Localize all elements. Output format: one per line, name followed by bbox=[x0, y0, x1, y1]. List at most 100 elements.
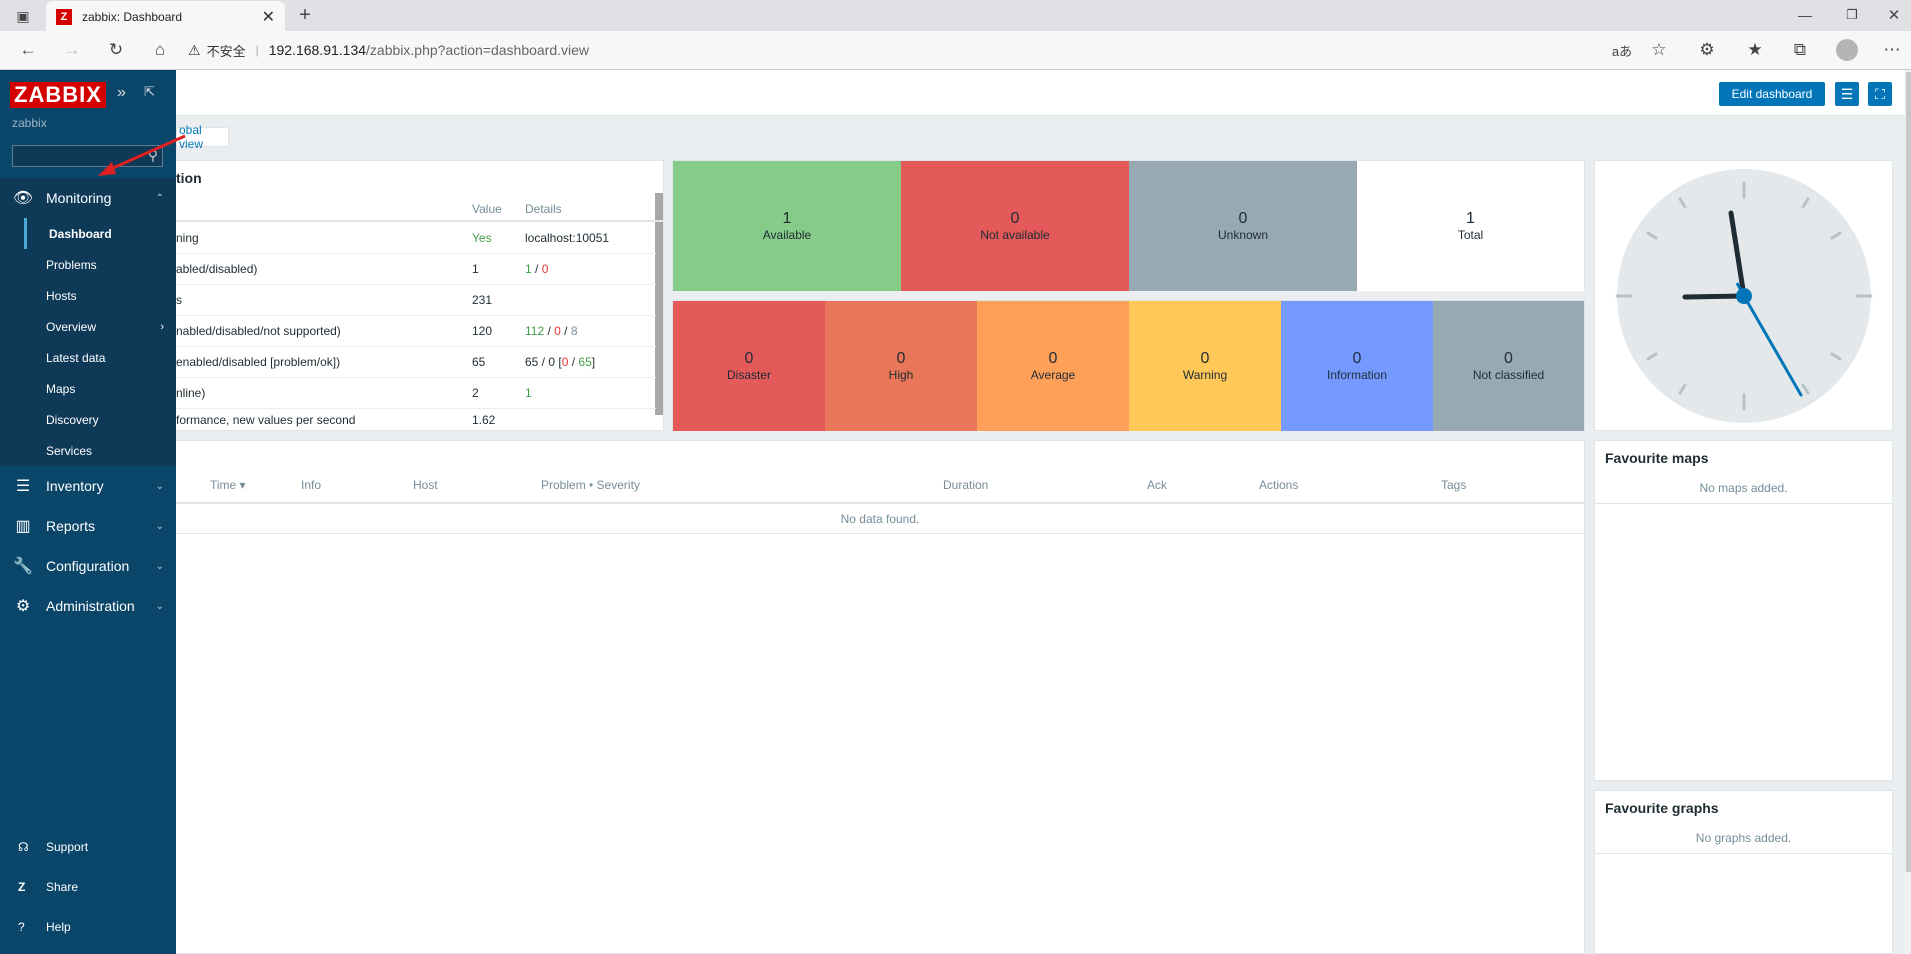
back-icon[interactable]: ← bbox=[16, 38, 40, 62]
browser-tab-strip: ▣ Z zabbix: Dashboard ✕ + — ❐ ✕ bbox=[0, 0, 1911, 32]
close-tab-icon[interactable]: ✕ bbox=[262, 7, 275, 27]
collapse-sidebar-icon[interactable]: » bbox=[117, 84, 126, 102]
sidebar-item-problems[interactable]: Problems bbox=[24, 249, 176, 280]
availability-unknown[interactable]: 0 Unknown bbox=[1129, 161, 1357, 291]
table-row: formance, new values per second 1.62 bbox=[176, 409, 656, 430]
menu-configuration[interactable]: 🔧 Configuration ⌄ bbox=[0, 546, 176, 586]
count: 0 bbox=[1200, 350, 1210, 367]
more-menu-icon[interactable]: ⋯ bbox=[1880, 38, 1904, 62]
menu-reports[interactable]: ▥ Reports ⌄ bbox=[0, 506, 176, 546]
forward-icon[interactable]: → bbox=[60, 38, 84, 62]
menu-inventory[interactable]: ☰ Inventory ⌄ bbox=[0, 466, 176, 506]
table-row: abled/disabled) 1 1 / 0 bbox=[176, 254, 656, 285]
severity-not-classified[interactable]: 0 Not classified bbox=[1433, 301, 1584, 431]
empty-text: No maps added. bbox=[1699, 481, 1788, 495]
availability-available[interactable]: 1 Available bbox=[673, 161, 901, 291]
menu-label: Latest data bbox=[46, 350, 106, 365]
count: 1 bbox=[1466, 210, 1475, 227]
favorites-icon[interactable]: ★ bbox=[1743, 38, 1767, 62]
details-unsupported: 8 bbox=[570, 324, 578, 338]
browser-tab[interactable]: Z zabbix: Dashboard ✕ bbox=[46, 1, 285, 32]
kiosk-sidebar-icon[interactable]: ⇱ bbox=[144, 84, 155, 100]
severity-information[interactable]: 0 Information bbox=[1281, 301, 1433, 431]
menu-label: Configuration bbox=[46, 558, 130, 574]
red-arrow-annotation bbox=[98, 134, 186, 176]
warning-icon: ⚠ bbox=[188, 41, 201, 58]
severity-warning[interactable]: 0 Warning bbox=[1129, 301, 1281, 431]
col-time[interactable]: Time ▾ bbox=[210, 478, 246, 492]
row-param: nabled/disabled/not supported) bbox=[176, 324, 341, 338]
count: 0 bbox=[744, 350, 754, 367]
row-param: enabled/disabled [problem/ok]) bbox=[176, 355, 341, 369]
page-scrollbar-thumb[interactable] bbox=[1906, 72, 1911, 872]
bar-chart-icon: ▥ bbox=[15, 518, 31, 535]
kiosk-mode-icon[interactable]: ⛶ bbox=[1868, 82, 1892, 106]
eye-icon: 👁 bbox=[12, 190, 34, 207]
address-bar[interactable]: ⚠ 不安全 | 192.168.91.134/zabbix.php?action… bbox=[188, 35, 1658, 65]
col-info: Info bbox=[301, 478, 322, 492]
severity-disaster[interactable]: 0 Disaster bbox=[673, 301, 825, 431]
sidebar-item-maps[interactable]: Maps bbox=[24, 373, 176, 404]
url-separator: | bbox=[255, 43, 259, 57]
row-param: ning bbox=[176, 231, 199, 245]
row-value: 120 bbox=[472, 324, 493, 338]
table-row: enabled/disabled [problem/ok]) 65 65 / 0… bbox=[176, 347, 656, 378]
count: 0 bbox=[896, 350, 906, 367]
empty-text: No graphs added. bbox=[1695, 831, 1792, 845]
count: 0 bbox=[1504, 350, 1513, 367]
clock-face-icon bbox=[1615, 169, 1873, 423]
extensions-icon[interactable]: ⚙ bbox=[1695, 38, 1719, 62]
menu-administration[interactable]: ⚙ Administration ⌄ bbox=[0, 586, 176, 626]
menu-help[interactable]: ? Help bbox=[0, 912, 176, 942]
profile-avatar-icon[interactable] bbox=[1835, 38, 1859, 62]
label: Unknown bbox=[1217, 228, 1269, 242]
sidebar-item-dashboard[interactable]: Dashboard bbox=[24, 218, 176, 249]
chevron-right-icon: › bbox=[160, 320, 164, 333]
details-disabled: 0 bbox=[554, 324, 561, 338]
row-value: 2 bbox=[472, 386, 479, 400]
menu-support[interactable]: ☊ Support bbox=[0, 832, 176, 862]
menu-share[interactable]: Z Share bbox=[0, 872, 176, 902]
sidebar-item-services[interactable]: Services bbox=[24, 435, 176, 466]
row-details: localhost:10051 bbox=[525, 231, 610, 245]
severity-high[interactable]: 0 High bbox=[825, 301, 977, 431]
col-host[interactable]: Host bbox=[413, 478, 438, 492]
minimize-icon[interactable]: — bbox=[1795, 5, 1815, 25]
restore-icon[interactable]: ❐ bbox=[1842, 5, 1862, 25]
zabbix-logo[interactable]: ZABBIX bbox=[10, 82, 106, 108]
sidebar-item-overview[interactable]: Overview › bbox=[24, 311, 176, 342]
row-param: abled/disabled) bbox=[176, 262, 258, 276]
edit-dashboard-button[interactable]: Edit dashboard bbox=[1719, 82, 1825, 106]
col-value: Value bbox=[472, 202, 502, 216]
widget-scrollbar[interactable] bbox=[655, 193, 663, 415]
collections-icon[interactable]: ⧉ bbox=[1788, 38, 1812, 62]
label: Available bbox=[762, 228, 812, 242]
label: Disaster bbox=[726, 368, 771, 382]
close-window-icon[interactable]: ✕ bbox=[1884, 5, 1904, 25]
col-problem-severity[interactable]: Problem • Severity bbox=[541, 478, 640, 492]
sidebar-item-latest-data[interactable]: Latest data bbox=[24, 342, 176, 373]
dashboard-actions-menu-icon[interactable]: ☰ bbox=[1835, 82, 1859, 106]
menu-monitoring[interactable]: 👁 Monitoring ⌃ bbox=[0, 178, 176, 218]
availability-not-available[interactable]: 0 Not available bbox=[901, 161, 1129, 291]
sidebar-item-discovery[interactable]: Discovery bbox=[24, 404, 176, 435]
favourite-graphs-widget: Favourite graphs No graphs added. bbox=[1594, 790, 1893, 954]
favourite-maps-widget: Favourite maps No maps added. bbox=[1594, 440, 1893, 781]
new-tab-icon[interactable]: + bbox=[295, 4, 315, 26]
home-icon[interactable]: ⌂ bbox=[148, 38, 172, 62]
details-ok: 65 bbox=[578, 355, 592, 369]
reload-icon[interactable]: ↻ bbox=[104, 38, 128, 62]
sidebar: ZABBIX » ⇱ zabbix ⚲ 👁 Monitoring ⌃ Dashb… bbox=[0, 70, 186, 954]
severity-average[interactable]: 0 Average bbox=[977, 301, 1129, 431]
widget-title: Favourite maps bbox=[1605, 450, 1709, 466]
zabbix-favicon-icon: Z bbox=[56, 8, 72, 25]
header-divider bbox=[1595, 853, 1892, 854]
tab-actions-icon[interactable]: ▣ bbox=[14, 7, 32, 25]
availability-total[interactable]: 1 Total bbox=[1357, 161, 1584, 291]
sidebar-item-hosts[interactable]: Hosts bbox=[24, 280, 176, 311]
details-pre: 65 / 0 [ bbox=[525, 355, 562, 369]
col-actions: Actions bbox=[1259, 478, 1299, 492]
server-name: zabbix bbox=[12, 116, 47, 130]
row-value: 231 bbox=[472, 293, 493, 307]
list-icon: ☰ bbox=[15, 478, 31, 495]
